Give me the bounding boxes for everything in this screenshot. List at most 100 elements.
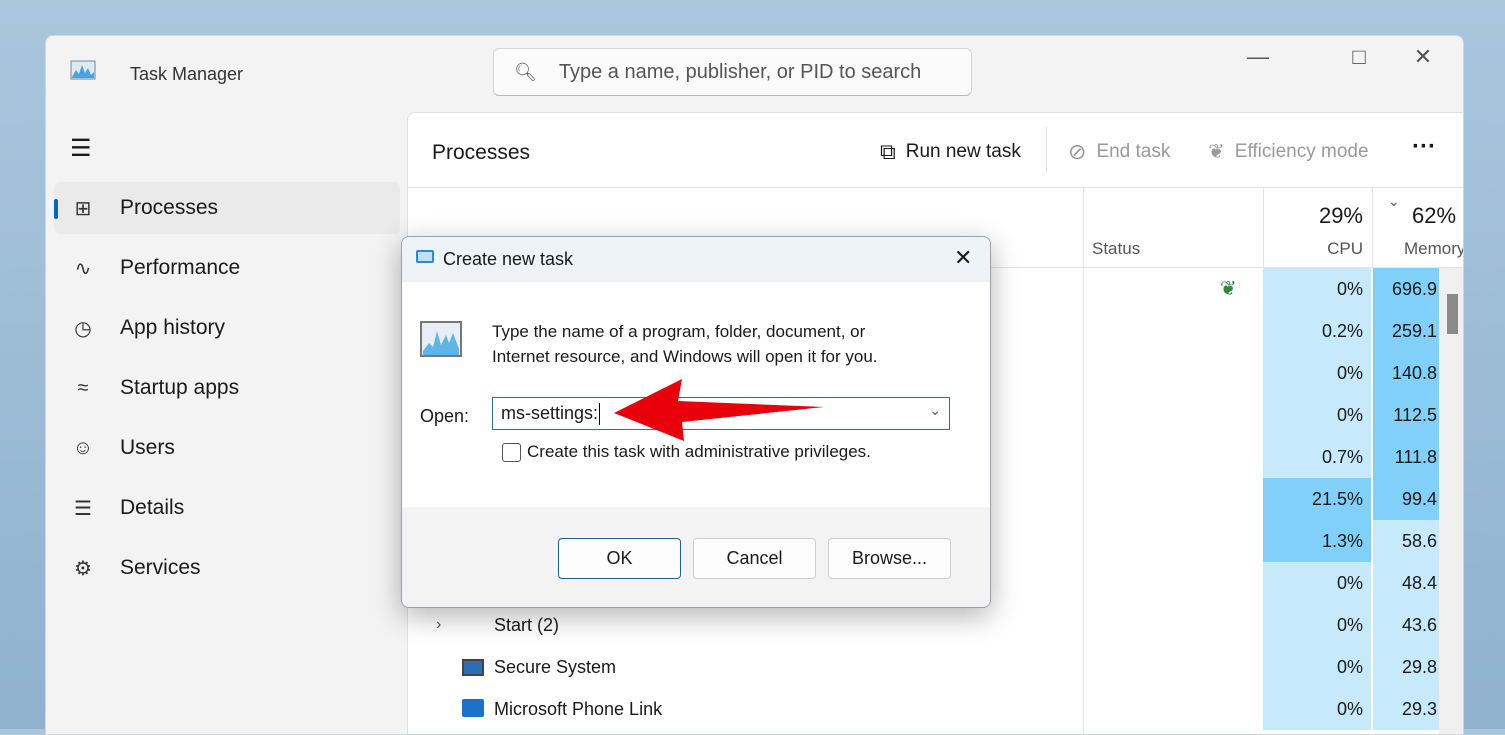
cpu-cell: 0% xyxy=(1263,352,1371,394)
process-name: Start (2) xyxy=(494,615,560,635)
memory-cell: 29.8 xyxy=(1373,646,1439,688)
open-label: Open: xyxy=(420,406,470,426)
table-row[interactable]: Microsoft Phone Link 0% 29.3 xyxy=(408,688,1463,730)
process-name: Microsoft Phone Link xyxy=(494,699,663,719)
status-column-header[interactable]: Status xyxy=(1092,239,1140,259)
sidebar-item-label: App history xyxy=(120,316,226,339)
close-button[interactable]: ✕ xyxy=(1408,44,1438,70)
table-row[interactable]: Secure System 0% 29.8 xyxy=(408,646,1463,688)
memory-cell: 112.5 xyxy=(1373,394,1439,436)
dialog-description: Type the name of a program, folder, docu… xyxy=(492,319,878,369)
end-task-icon: ⊘ xyxy=(1068,139,1087,164)
history-icon: ◷ xyxy=(74,317,92,340)
run-task-icon: ⧉ xyxy=(880,139,896,164)
memory-cell: 111.8 xyxy=(1373,436,1439,478)
cpu-cell: 0% xyxy=(1263,394,1371,436)
column-divider xyxy=(1372,187,1373,267)
memory-cell: 48.4 xyxy=(1373,562,1439,604)
cpu-cell: 0% xyxy=(1263,268,1371,310)
chevron-down-icon[interactable]: ⌄ xyxy=(929,402,941,419)
sidebar-item-details[interactable]: ☰ Details xyxy=(54,482,400,534)
description-line: Internet resource, and Windows will open… xyxy=(492,347,878,366)
phone-link-icon xyxy=(462,699,484,717)
sidebar-item-label: Services xyxy=(120,556,201,579)
memory-total: 62% xyxy=(1412,203,1457,228)
text-cursor xyxy=(599,402,601,425)
memory-cell: 140.8 xyxy=(1373,352,1439,394)
task-manager-graph-icon xyxy=(420,321,462,357)
sidebar-item-label: Users xyxy=(120,436,175,459)
memory-cell: 99.4 xyxy=(1373,478,1439,520)
cpu-cell: 0.7% xyxy=(1263,436,1371,478)
cpu-cell: 0% xyxy=(1263,646,1371,688)
page-title: Processes xyxy=(432,141,531,164)
create-new-task-dialog: Create new task ✕ Type the name of a pro… xyxy=(401,236,991,608)
details-icon: ☰ xyxy=(74,497,92,520)
sidebar-item-label: Details xyxy=(120,496,185,519)
scrollbar-thumb[interactable] xyxy=(1447,294,1458,334)
memory-cell: 696.9 xyxy=(1373,268,1439,310)
cpu-cell: 0.2% xyxy=(1263,310,1371,352)
cpu-cell: 21.5% xyxy=(1263,478,1371,520)
sidebar-item-app-history[interactable]: ◷ App history xyxy=(54,302,400,354)
processes-icon: ⊞ xyxy=(74,197,92,220)
more-options-button[interactable]: ··· xyxy=(1412,133,1436,161)
performance-icon: ∿ xyxy=(74,257,92,280)
ok-button[interactable]: OK xyxy=(558,538,681,579)
dialog-title: Create new task xyxy=(443,249,574,269)
efficiency-mode-button[interactable]: ❦ Efficiency mode xyxy=(1208,139,1369,164)
admin-checkbox-label: Create this task with administrative pri… xyxy=(527,442,871,461)
startup-icon: ≈ xyxy=(77,376,89,399)
memory-cell: 259.1 xyxy=(1373,310,1439,352)
search-icon: 🔍︎ xyxy=(514,61,537,82)
table-row[interactable]: › Start (2) 0% 43.6 xyxy=(408,604,1463,646)
leaf-icon: ❦ xyxy=(1208,141,1225,163)
sort-chevron-icon: ⌄ xyxy=(1388,193,1400,209)
sidebar-item-services[interactable]: ⚙ Services xyxy=(54,542,400,594)
sidebar-item-performance[interactable]: ∿ Performance xyxy=(54,242,400,294)
expand-chevron-icon[interactable]: › xyxy=(436,604,441,646)
run-new-task-button[interactable]: ⧉ Run new task xyxy=(880,139,1021,165)
users-icon: ☺ xyxy=(72,436,94,459)
divider xyxy=(1046,127,1047,173)
minimize-button[interactable]: — xyxy=(1243,44,1273,70)
process-name: Secure System xyxy=(494,657,617,677)
sidebar-item-label: Startup apps xyxy=(120,376,240,399)
sidebar-item-startup-apps[interactable]: ≈ Startup apps xyxy=(54,362,400,414)
search-placeholder: Type a name, publisher, or PID to search xyxy=(558,60,922,83)
dialog-app-icon xyxy=(416,250,434,263)
sidebar-item-users[interactable]: ☺ Users xyxy=(54,422,400,474)
cpu-cell: 0% xyxy=(1263,562,1371,604)
scrollbar[interactable] xyxy=(1439,268,1463,734)
memory-cell: 29.3 xyxy=(1373,688,1439,730)
sidebar-item-label: Processes xyxy=(120,196,219,219)
annotation-arrow xyxy=(614,379,824,441)
sidebar-item-label: Performance xyxy=(120,256,241,279)
admin-checkbox-row[interactable]: Create this task with administrative pri… xyxy=(502,442,871,462)
sidebar-item-processes[interactable]: ⊞ Processes xyxy=(54,182,400,234)
divider xyxy=(408,187,1463,188)
cpu-total: 29% xyxy=(1318,203,1363,228)
memory-cell: 58.6 xyxy=(1373,520,1439,562)
app-title: Task Manager xyxy=(130,64,244,84)
secure-system-icon xyxy=(462,659,484,676)
task-manager-logo-icon xyxy=(70,60,96,80)
hamburger-menu-icon[interactable]: ☰ xyxy=(70,134,92,163)
memory-column-header[interactable]: Memory xyxy=(1404,239,1463,259)
services-icon: ⚙ xyxy=(74,557,92,580)
efficiency-leaf-icon: ❦ xyxy=(1220,278,1237,300)
cancel-button[interactable]: Cancel xyxy=(693,538,816,579)
cpu-column-header[interactable]: CPU xyxy=(1278,239,1363,259)
cpu-cell: 0% xyxy=(1263,604,1371,646)
end-task-button[interactable]: ⊘ End task xyxy=(1068,139,1170,165)
cpu-cell: 1.3% xyxy=(1263,520,1371,562)
admin-checkbox[interactable] xyxy=(502,442,521,462)
column-divider xyxy=(1263,187,1264,267)
browse-button[interactable]: Browse... xyxy=(828,538,951,579)
dialog-close-button[interactable]: ✕ xyxy=(954,245,972,271)
description-line: Type the name of a program, folder, docu… xyxy=(492,322,866,341)
cpu-cell: 0% xyxy=(1263,688,1371,730)
search-input[interactable]: 🔍︎ Type a name, publisher, or PID to sea… xyxy=(493,48,972,96)
maximize-button[interactable]: □ xyxy=(1344,44,1374,70)
open-input[interactable]: ms-settings: xyxy=(501,403,598,424)
